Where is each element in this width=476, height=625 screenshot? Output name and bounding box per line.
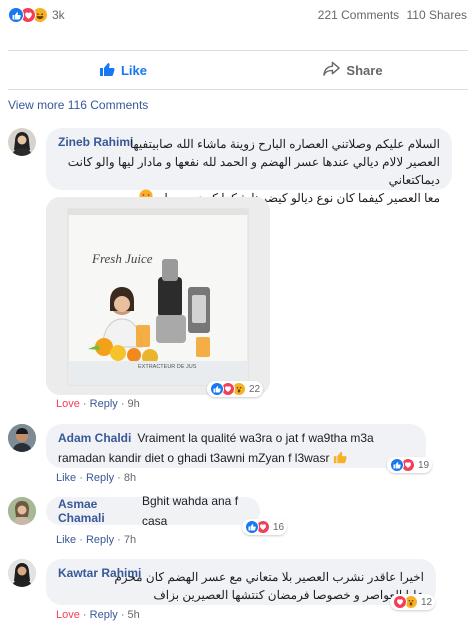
comment-text-line: Bghit wahda ana f casa xyxy=(141,494,239,528)
comment: Asmae Chamali Bghit wahda ana f casa xyxy=(8,494,260,528)
reaction-count: 19 xyxy=(418,459,430,471)
comment-text-line: العصير لالام ديالي عندها عسر الهضم و الح… xyxy=(67,155,440,187)
comment: Kawtar Rahimi اخيرا عاقدر نشرب العصير بل… xyxy=(8,559,436,605)
comment-second-line: ramadan kandir diet o ghadi t3awni mZyan… xyxy=(58,448,414,468)
reaction-count: 22 xyxy=(249,383,261,395)
shares-count-link[interactable]: 110 Shares xyxy=(407,8,468,22)
avatar[interactable] xyxy=(8,497,36,525)
like-reaction-icon xyxy=(390,458,404,472)
share-button-label: Share xyxy=(346,62,383,78)
avatar[interactable] xyxy=(8,559,36,587)
comment-reactions[interactable]: 12 xyxy=(390,594,436,610)
like-link[interactable]: Like xyxy=(56,472,76,484)
comment-actions: Love · Reply · 5h xyxy=(56,609,140,621)
love-reaction-link[interactable]: Love xyxy=(56,609,80,621)
reply-link[interactable]: Reply xyxy=(86,534,114,546)
comment: Zineb Rahimi السلام عليكم وصلاتني العصار… xyxy=(8,128,452,205)
thumbs-up-icon xyxy=(99,61,115,80)
comment-actions: Love · Reply · 9h xyxy=(56,398,140,410)
comment-timestamp[interactable]: 9h xyxy=(128,398,140,410)
thumbs-up-emoji-icon xyxy=(333,450,348,467)
comments-count-link[interactable]: 221 Comments xyxy=(318,8,399,22)
comment-reactions[interactable]: 16 xyxy=(242,519,288,535)
comment-first-line: Adam Chaldi Vraiment la qualité wa3ra o … xyxy=(58,428,414,448)
reactions-count: 3k xyxy=(52,8,65,22)
comment-bubble: Adam Chaldi Vraiment la qualité wa3ra o … xyxy=(46,424,426,468)
reply-link[interactable]: Reply xyxy=(86,472,114,484)
share-button[interactable]: Share xyxy=(238,61,468,80)
reaction-summary[interactable]: 3k xyxy=(8,7,65,23)
post-stats-bar: 3k 221 Comments 110 Shares xyxy=(0,0,476,30)
avatar[interactable] xyxy=(8,128,36,156)
view-more-comments-link[interactable]: View more 116 Comments xyxy=(8,98,148,112)
like-link[interactable]: Like xyxy=(56,534,76,546)
comment-timestamp[interactable]: 7h xyxy=(124,534,136,546)
reply-link[interactable]: Reply xyxy=(90,609,118,621)
like-reaction-icon xyxy=(210,382,224,396)
comment-author[interactable]: Asmae Chamali xyxy=(58,497,134,525)
comment-photo[interactable]: Fresh Juice EXTRACTEUR DE JUS xyxy=(46,197,270,395)
comment-actions: Like · Reply · 8h xyxy=(56,472,137,484)
comment-bubble: Zineb Rahimi السلام عليكم وصلاتني العصار… xyxy=(46,128,452,205)
comment-reactions[interactable]: 19 xyxy=(387,457,433,473)
comment-text-line: عليا العواصر و خصوصا فرمضان كنتشها العصي… xyxy=(153,588,424,602)
comment-bubble: Asmae Chamali Bghit wahda ana f casa xyxy=(46,494,260,528)
comment-timestamp[interactable]: 5h xyxy=(128,609,140,621)
avatar[interactable] xyxy=(8,424,36,452)
like-button-label: Like xyxy=(120,62,147,78)
comment-author[interactable]: Adam Chaldi xyxy=(58,428,131,448)
comment-actions: Like · Reply · 7h xyxy=(56,534,137,546)
juicer-box-image: Fresh Juice EXTRACTEUR DE JUS xyxy=(46,197,270,395)
comment-bubble: Kawtar Rahimi اخيرا عاقدر نشرب العصير بل… xyxy=(46,559,436,605)
like-reaction-icon xyxy=(8,7,24,23)
reaction-count: 12 xyxy=(421,596,433,608)
comment-timestamp[interactable]: 8h xyxy=(124,472,136,484)
comment-text-line: Vraiment la qualité wa3ra o jat f wa9tha… xyxy=(137,431,374,445)
photo-brand-text: Fresh Juice xyxy=(91,251,153,266)
share-arrow-icon xyxy=(323,61,341,80)
comment-text-line: ramadan kandir diet o ghadi t3awni mZyan… xyxy=(58,451,330,465)
post-action-bar: Like Share xyxy=(8,50,468,90)
reply-link[interactable]: Reply xyxy=(90,398,118,410)
like-reaction-icon xyxy=(245,520,259,534)
love-reaction-link[interactable]: Love xyxy=(56,398,80,410)
photo-caption-text: EXTRACTEUR DE JUS xyxy=(138,364,197,370)
comment: Adam Chaldi Vraiment la qualité wa3ra o … xyxy=(8,424,426,468)
reaction-count: 16 xyxy=(273,521,285,533)
engagement-counts: 221 Comments 110 Shares xyxy=(314,8,467,22)
love-reaction-icon xyxy=(393,595,407,609)
comment-reactions[interactable]: 22 xyxy=(207,381,264,397)
like-button[interactable]: Like xyxy=(8,61,238,80)
